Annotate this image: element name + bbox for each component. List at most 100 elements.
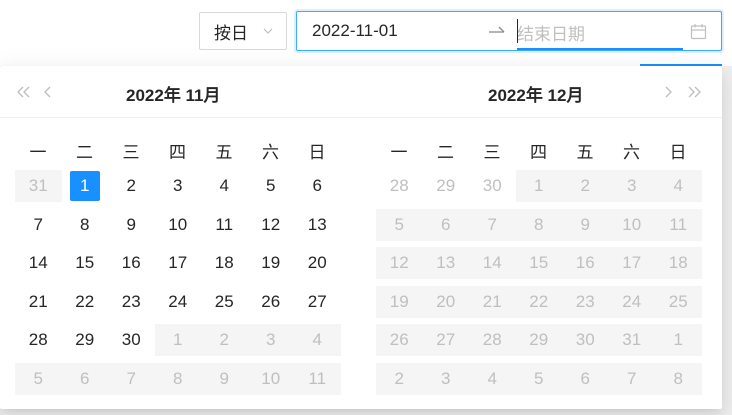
date-cell[interactable]: 26 bbox=[376, 324, 423, 356]
next-icon[interactable] bbox=[663, 84, 675, 100]
date-cell[interactable]: 17 bbox=[608, 247, 655, 279]
date-cell[interactable]: 6 bbox=[294, 170, 341, 202]
date-cell[interactable]: 7 bbox=[469, 208, 516, 241]
date-cell[interactable]: 28 bbox=[15, 324, 62, 356]
date-cell[interactable]: 6 bbox=[562, 362, 609, 395]
date-cell[interactable]: 3 bbox=[155, 170, 202, 202]
date-cell[interactable]: 1 bbox=[655, 324, 702, 356]
date-cell[interactable]: 29 bbox=[515, 324, 562, 356]
date-cell[interactable]: 4 bbox=[469, 362, 516, 395]
date-cell[interactable]: 23 bbox=[562, 285, 609, 318]
start-date-input[interactable]: 2022-11-01 bbox=[312, 21, 398, 41]
super-next-icon[interactable] bbox=[685, 84, 703, 100]
date-cell[interactable]: 5 bbox=[376, 208, 423, 241]
date-cell[interactable]: 27 bbox=[294, 286, 341, 318]
date-cell[interactable]: 17 bbox=[155, 247, 202, 279]
date-cell[interactable]: 4 bbox=[294, 324, 341, 356]
date-cell[interactable]: 5 bbox=[15, 362, 62, 395]
date-cell-label: 3 bbox=[266, 330, 276, 349]
date-cell[interactable]: 26 bbox=[248, 286, 295, 318]
date-cell[interactable]: 2 bbox=[201, 324, 248, 356]
date-cell[interactable]: 22 bbox=[515, 285, 562, 318]
date-cell[interactable]: 1 bbox=[154, 324, 201, 356]
date-cell[interactable]: 5 bbox=[515, 362, 562, 395]
date-range-input[interactable]: 2022-11-01 结束日期 bbox=[296, 11, 722, 51]
date-cell[interactable]: 21 bbox=[15, 286, 62, 318]
date-cell[interactable]: 8 bbox=[515, 208, 562, 241]
date-cell[interactable]: 10 bbox=[247, 362, 294, 395]
date-cell[interactable]: 9 bbox=[562, 208, 609, 241]
date-cell[interactable]: 24 bbox=[155, 286, 202, 318]
date-cell[interactable]: 11 bbox=[655, 208, 702, 241]
date-cell[interactable]: 20 bbox=[294, 247, 341, 279]
date-cell[interactable]: 2 bbox=[108, 170, 155, 202]
date-cell[interactable]: 1 bbox=[515, 170, 562, 202]
date-cell[interactable]: 10 bbox=[155, 209, 202, 241]
date-cell[interactable]: 20 bbox=[422, 285, 469, 318]
date-cell[interactable]: 25 bbox=[201, 286, 248, 318]
date-cell[interactable]: 21 bbox=[469, 285, 516, 318]
date-cell[interactable]: 9 bbox=[108, 209, 155, 241]
date-cell[interactable]: 24 bbox=[608, 285, 655, 318]
date-cell[interactable]: 11 bbox=[294, 362, 341, 395]
date-cell[interactable]: 27 bbox=[422, 324, 469, 356]
date-cell[interactable]: 16 bbox=[562, 247, 609, 279]
date-cell[interactable]: 13 bbox=[422, 247, 469, 279]
date-cell[interactable]: 25 bbox=[655, 285, 702, 318]
panel-title[interactable]: 2022年 12月 bbox=[488, 81, 583, 106]
date-cell[interactable]: 4 bbox=[201, 170, 248, 202]
date-cell[interactable]: 15 bbox=[515, 247, 562, 279]
date-cell[interactable]: 5 bbox=[248, 170, 295, 202]
date-cell[interactable]: 31 bbox=[15, 170, 62, 202]
date-cell[interactable]: 4 bbox=[655, 170, 702, 202]
date-cell[interactable]: 22 bbox=[62, 286, 109, 318]
date-cell[interactable]: 14 bbox=[469, 247, 516, 279]
date-cell[interactable]: 12 bbox=[376, 247, 423, 279]
date-cell[interactable]: 9 bbox=[201, 362, 248, 395]
weekday-label: 三 bbox=[483, 143, 501, 162]
date-cell[interactable]: 29 bbox=[423, 170, 470, 202]
date-cell[interactable]: 18 bbox=[201, 247, 248, 279]
date-cell[interactable]: 2 bbox=[376, 362, 423, 395]
date-cell[interactable]: 16 bbox=[108, 247, 155, 279]
date-cell[interactable]: 6 bbox=[61, 362, 108, 395]
date-cell[interactable]: 8 bbox=[62, 209, 109, 241]
date-cell[interactable]: 3 bbox=[608, 170, 655, 202]
date-cell[interactable]: 28 bbox=[376, 170, 423, 202]
date-cell[interactable]: 28 bbox=[469, 324, 516, 356]
date-cell[interactable]: 10 bbox=[608, 208, 655, 241]
super-prev-icon[interactable] bbox=[15, 84, 33, 100]
date-cell[interactable]: 29 bbox=[62, 324, 109, 356]
date-cell[interactable]: 3 bbox=[422, 362, 469, 395]
date-cell[interactable]: 19 bbox=[248, 247, 295, 279]
date-cell[interactable]: 30 bbox=[562, 324, 609, 356]
date-cell[interactable]: 18 bbox=[655, 247, 702, 279]
prev-icon[interactable] bbox=[41, 84, 53, 100]
date-cell[interactable]: 12 bbox=[248, 209, 295, 241]
date-cell-label: 10 bbox=[261, 368, 281, 388]
calendar-dropdown: 2022年 11月 一二三四五六日 31 1 2 3 4 5 6 7 8 9 10 11 12 13 14 1… bbox=[0, 66, 722, 409]
date-cell[interactable]: 6 bbox=[422, 208, 469, 241]
date-cell[interactable]: 3 bbox=[247, 324, 294, 356]
date-cell[interactable]: 30 bbox=[108, 324, 155, 356]
date-cell[interactable]: 14 bbox=[15, 247, 62, 279]
date-cell[interactable]: 15 bbox=[62, 247, 109, 279]
panel-title[interactable]: 2022年 11月 bbox=[126, 81, 221, 106]
calendar-icon[interactable] bbox=[690, 23, 707, 40]
date-cell[interactable]: 7 bbox=[15, 209, 62, 241]
date-cell[interactable]: 8 bbox=[655, 362, 702, 395]
date-cell[interactable]: 23 bbox=[108, 286, 155, 318]
date-cell[interactable]: 8 bbox=[154, 362, 201, 395]
date-cell-label: 7 bbox=[33, 214, 43, 234]
date-cell[interactable]: 7 bbox=[108, 362, 155, 395]
date-cell[interactable]: 11 bbox=[201, 209, 248, 241]
date-cell[interactable]: 19 bbox=[376, 285, 423, 318]
date-cell[interactable]: 7 bbox=[608, 362, 655, 395]
date-cell[interactable]: 2 bbox=[562, 170, 609, 202]
mode-select[interactable]: 按日 bbox=[199, 12, 287, 50]
date-cell[interactable]: 13 bbox=[294, 209, 341, 241]
date-cell[interactable]: 31 bbox=[608, 324, 655, 356]
date-cell[interactable]: 30 bbox=[469, 170, 516, 202]
end-date-input[interactable]: 结束日期 bbox=[517, 20, 585, 44]
date-cell-selected[interactable]: 1 bbox=[62, 170, 109, 202]
